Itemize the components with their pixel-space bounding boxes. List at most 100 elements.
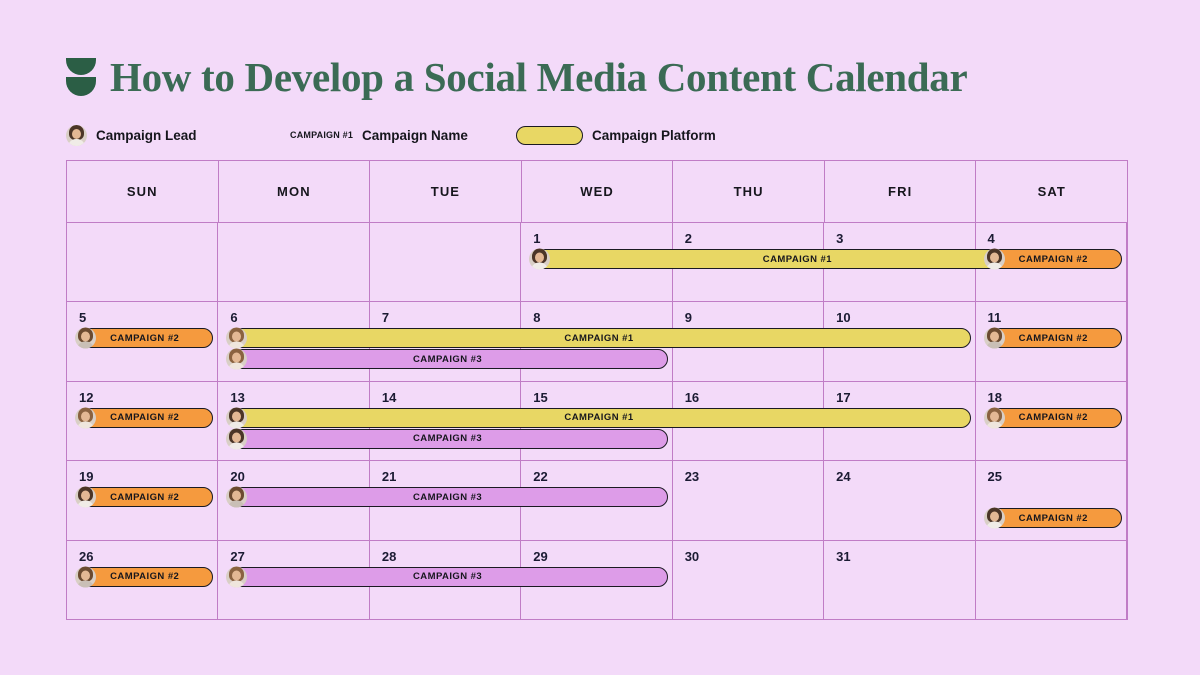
legend-item-campaign-name: CAMPAIGN #1 Campaign Name — [290, 123, 468, 147]
campaign-bar-label: CAMPAIGN #2 — [1018, 412, 1088, 424]
day-number: 24 — [836, 469, 851, 485]
calendar-dayname-fri: FRI — [824, 161, 977, 223]
campaign-bar-campaign-2[interactable]: CAMPAIGN #2 — [983, 327, 1122, 349]
legend-label-campaign-platform: Campaign Platform — [592, 127, 716, 143]
campaign-bar-label: CAMPAIGN #2 — [110, 571, 180, 583]
campaign-bar-label: CAMPAIGN #1 — [564, 412, 634, 424]
dayname-label: WED — [580, 184, 614, 199]
campaign-bar-campaign-3[interactable]: CAMPAIGN #3 — [226, 486, 668, 508]
calendar-dayname-thu: THU — [673, 161, 825, 223]
avatar-icon — [75, 327, 96, 349]
day-number: 7 — [381, 310, 390, 326]
campaign-bar-label: CAMPAIGN #3 — [412, 571, 483, 583]
avatar-icon — [983, 507, 1005, 529]
day-number: 21 — [381, 469, 397, 485]
day-number: 29 — [533, 548, 548, 564]
campaign-bar-label: CAMPAIGN #1 — [762, 253, 832, 265]
campaign-bar-campaign-3[interactable]: CAMPAIGN #3 — [226, 566, 668, 588]
calendar-day-cell-empty[interactable] — [67, 223, 219, 303]
page-title: How to Develop a Social Media Content Ca… — [110, 53, 968, 100]
campaign-bar-campaign-2[interactable]: CAMPAIGN #2 — [75, 566, 214, 588]
campaign-bar-label: CAMPAIGN #2 — [1018, 332, 1088, 344]
campaign-bar-label: CAMPAIGN #3 — [412, 353, 483, 365]
day-number: 22 — [533, 469, 548, 485]
day-number: 10 — [836, 310, 851, 326]
campaign-bar-label: CAMPAIGN #2 — [110, 491, 180, 503]
avatar-icon — [529, 248, 551, 270]
day-number: 2 — [684, 231, 692, 246]
avatar-icon — [226, 486, 248, 508]
avatar-icon — [983, 248, 1005, 270]
dayname-label: TUE — [430, 184, 461, 199]
calendar-day-cell-31[interactable]: 31 — [824, 540, 976, 620]
avatar-icon — [75, 566, 96, 588]
calendar-day-cell-empty[interactable] — [976, 540, 1127, 620]
campaign-bar-campaign-2[interactable]: CAMPAIGN #2 — [983, 407, 1122, 429]
day-number: 18 — [987, 389, 1002, 405]
campaign-bar-campaign-2[interactable]: CAMPAIGN #2 — [75, 407, 214, 429]
campaign-bar-campaign-1[interactable]: CAMPAIGN #1 — [226, 327, 971, 349]
calendar-day-cell-empty[interactable] — [218, 223, 370, 303]
calendar-week-row: 5 6 7 8 9 10 11 CAMPAIGN #2 CAMPAIGN #1 CAMPAIGN … — [67, 302, 1127, 382]
campaign-bar-campaign-3[interactable]: CAMPAIGN #3 — [226, 428, 668, 450]
campaign-bar-campaign-2[interactable]: CAMPAIGN #2 — [75, 486, 214, 508]
day-number: 27 — [230, 548, 245, 564]
day-number: 20 — [230, 469, 245, 485]
day-number: 9 — [684, 310, 692, 326]
campaign-bar-campaign-2[interactable]: CAMPAIGN #2 — [75, 327, 214, 349]
page-header: How to Develop a Social Media Content Ca… — [66, 53, 968, 100]
campaign-bar-label: CAMPAIGN #2 — [110, 412, 180, 424]
campaign-bar-label: CAMPAIGN #1 — [564, 332, 634, 344]
day-number: 15 — [533, 389, 548, 405]
day-number: 8 — [533, 310, 541, 326]
calendar-day-cell-empty[interactable] — [369, 223, 522, 303]
campaign-bar-campaign-1[interactable]: CAMPAIGN #1 — [226, 407, 971, 429]
day-number: 28 — [381, 548, 397, 564]
dayname-label: MON — [277, 184, 311, 199]
campaign-bar-campaign-2[interactable]: CAMPAIGN #2 — [983, 248, 1122, 270]
calendar-week-row: 19 20 21 22 23 24 25 CAMPAIGN #2 CAMPAIGN #3 CAMP… — [67, 461, 1127, 541]
day-number: 3 — [836, 231, 844, 246]
calendar-header-row: SUN MON TUE WED THU FRI SAT — [67, 161, 1128, 223]
pill-swatch-icon — [516, 125, 583, 145]
dayname-label: THU — [733, 184, 764, 199]
avatar-icon — [75, 407, 96, 429]
day-number: 19 — [79, 469, 94, 485]
calendar-day-cell-23[interactable]: 23 — [672, 461, 825, 541]
campaign-tag-sample: CAMPAIGN #1 — [290, 130, 354, 140]
day-number: 1 — [533, 231, 541, 246]
avatar-icon — [226, 407, 248, 429]
campaign-bar-label: CAMPAIGN #2 — [1018, 253, 1088, 265]
day-number: 13 — [230, 389, 245, 405]
legend-item-campaign-platform: Campaign Platform — [516, 123, 716, 147]
campaign-bar-label: CAMPAIGN #3 — [412, 433, 483, 445]
campaign-bar-label: CAMPAIGN #2 — [1018, 512, 1088, 524]
day-number: 31 — [836, 548, 851, 564]
dayname-label: FRI — [888, 184, 913, 199]
calendar-dayname-sat: SAT — [976, 161, 1128, 223]
calendar-week-row: 1 2 3 4 CAMPAIGN #1 CAMPAIGN #2 — [67, 223, 1127, 303]
calendar-dayname-sun: SUN — [67, 161, 219, 223]
calendar-day-cell-30[interactable]: 30 — [673, 540, 825, 620]
day-number: 16 — [684, 389, 700, 405]
avatar-icon — [983, 407, 1005, 429]
day-number: 6 — [230, 310, 238, 326]
day-number: 4 — [987, 231, 995, 246]
avatar-icon — [75, 486, 96, 508]
day-number: 23 — [684, 469, 700, 485]
campaign-bar-label: CAMPAIGN #2 — [110, 332, 180, 344]
day-number: 17 — [836, 389, 851, 405]
dayname-label: SUN — [126, 184, 158, 199]
legend: Campaign Lead CAMPAIGN #1 Campaign Name … — [66, 123, 1126, 147]
day-number: 30 — [684, 548, 700, 564]
day-number: 5 — [79, 310, 87, 326]
calendar-dayname-wed: WED — [521, 161, 674, 223]
avatar-icon — [226, 566, 248, 588]
legend-label-campaign-name: Campaign Name — [362, 127, 468, 143]
campaign-bar-campaign-3[interactable]: CAMPAIGN #3 — [226, 348, 668, 370]
calendar-day-cell-24[interactable]: 24 — [824, 461, 976, 541]
double-bowl-logo-icon — [66, 56, 96, 98]
day-number: 11 — [987, 310, 1002, 326]
day-number: 25 — [987, 469, 1002, 485]
campaign-bar-campaign-2[interactable]: CAMPAIGN #2 — [983, 507, 1122, 529]
